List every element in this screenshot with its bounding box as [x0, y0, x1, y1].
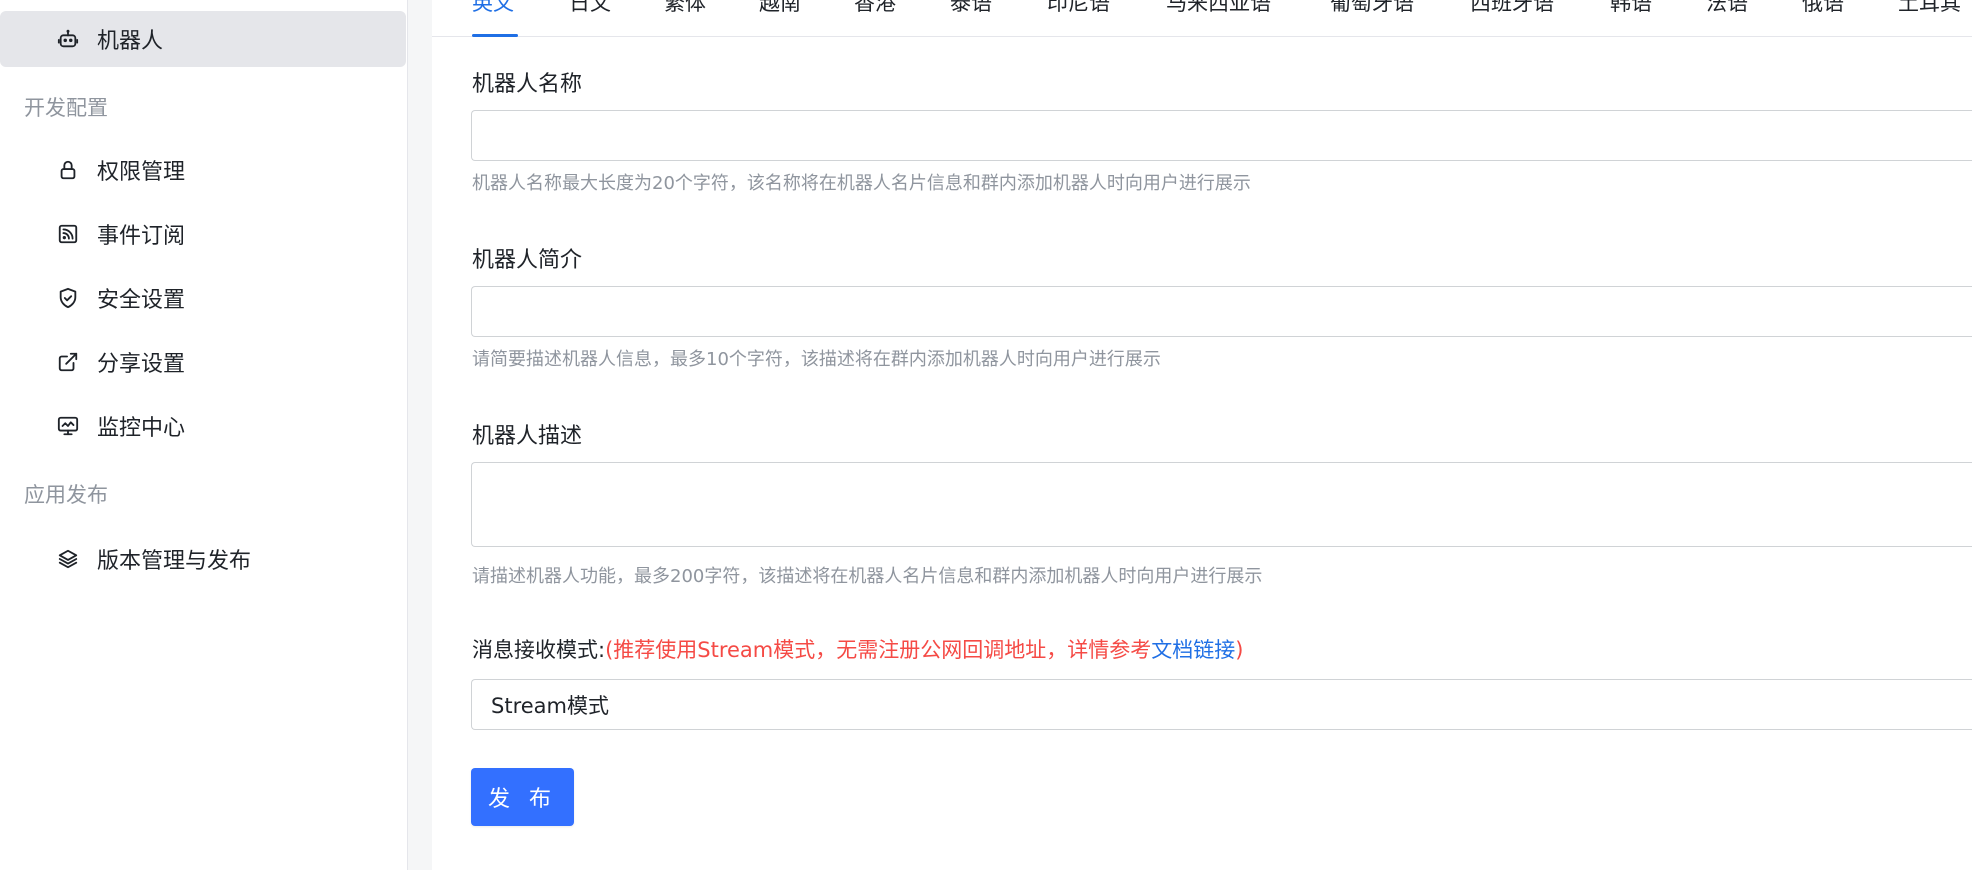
sidebar-item-robot[interactable]: 机器人 [0, 11, 406, 67]
tab-spanish[interactable]: 西班牙语 [1470, 0, 1554, 17]
tab-vietnamese[interactable]: 越南 [759, 0, 801, 17]
message-mode-note-end: ) [1235, 638, 1244, 662]
language-tabs: 英文 日文 繁体 越南 香港 泰语 印尼语 马来西亚语 葡萄牙语 西班牙语 韩语… [432, 0, 1972, 37]
tab-hongkong[interactable]: 香港 [854, 0, 896, 17]
sidebar-item-share[interactable]: 分享设置 [0, 334, 406, 390]
robot-description-label: 机器人描述 [472, 424, 583, 449]
rss-icon [56, 222, 80, 246]
robot-description-hint: 请描述机器人功能，最多200字符，该描述将在机器人名片信息和群内添加机器人时向用… [472, 566, 1263, 587]
sidebar-item-label: 分享设置 [97, 352, 186, 377]
sidebar-item-label: 事件订阅 [97, 224, 186, 249]
message-mode-label: 消息接收模式: [472, 638, 606, 662]
active-tab-indicator [472, 34, 518, 37]
tab-portuguese[interactable]: 葡萄牙语 [1330, 0, 1414, 17]
group-title-dev-config: 开发配置 [24, 96, 108, 120]
robot-intro-input[interactable] [471, 286, 1972, 337]
robot-intro-label: 机器人简介 [472, 248, 583, 273]
tab-french[interactable]: 法语 [1706, 0, 1748, 17]
sidebar-item-permissions[interactable]: 权限管理 [0, 142, 406, 198]
message-mode-selected-value: Stream模式 [491, 693, 609, 718]
tab-turkish[interactable]: 土耳其 [1898, 0, 1961, 17]
external-link-icon [56, 350, 80, 374]
sidebar-item-events[interactable]: 事件订阅 [0, 206, 406, 262]
robot-intro-hint: 请简要描述机器人信息，最多10个字符，该描述将在群内添加机器人时向用户进行展示 [472, 349, 1161, 370]
group-title-app-release: 应用发布 [24, 483, 108, 507]
sidebar-item-label: 版本管理与发布 [97, 549, 252, 574]
robot-description-textarea[interactable] [471, 462, 1972, 547]
tab-english[interactable]: 英文 [472, 0, 514, 17]
sidebar: 机器人 开发配置 权限管理 事件订阅 安全设置 分享设置 监控中心 应用发布 版… [0, 0, 407, 870]
sidebar-item-versions[interactable]: 版本管理与发布 [0, 531, 406, 587]
tab-russian[interactable]: 俄语 [1802, 0, 1844, 17]
sidebar-item-security[interactable]: 安全设置 [0, 270, 406, 326]
sidebar-item-label: 监控中心 [97, 416, 186, 441]
message-mode-note: (推荐使用Stream模式，无需注册公网回调地址，详情参考 [605, 638, 1152, 662]
monitor-icon [56, 414, 80, 438]
tab-malay[interactable]: 马来西亚语 [1166, 0, 1271, 17]
sidebar-item-monitor[interactable]: 监控中心 [0, 398, 406, 454]
tab-traditional[interactable]: 繁体 [664, 0, 706, 17]
content-gutter [408, 0, 432, 870]
message-mode-line: 消息接收模式:(推荐使用Stream模式，无需注册公网回调地址，详情参考文档链接… [472, 634, 1243, 664]
docs-link[interactable]: 文档链接 [1151, 638, 1235, 662]
publish-button[interactable]: 发 布 [471, 768, 574, 826]
tab-japanese[interactable]: 日文 [569, 0, 611, 17]
shield-check-icon [56, 286, 80, 310]
tab-korean[interactable]: 韩语 [1610, 0, 1652, 17]
robot-name-label: 机器人名称 [472, 72, 583, 97]
message-mode-select[interactable]: Stream模式 [471, 679, 1972, 730]
tab-thai[interactable]: 泰语 [950, 0, 992, 17]
tab-indonesian[interactable]: 印尼语 [1047, 0, 1110, 17]
lock-icon [56, 158, 80, 182]
layers-icon [56, 547, 80, 571]
main-content: 英文 日文 繁体 越南 香港 泰语 印尼语 马来西亚语 葡萄牙语 西班牙语 韩语… [432, 0, 1972, 870]
sidebar-item-label: 权限管理 [97, 160, 186, 185]
sidebar-item-label: 安全设置 [97, 288, 186, 313]
sidebar-item-label: 机器人 [97, 29, 164, 54]
robot-icon [56, 27, 80, 51]
robot-name-hint: 机器人名称最大长度为20个字符，该名称将在机器人名片信息和群内添加机器人时向用户… [472, 173, 1251, 194]
robot-name-input[interactable] [471, 110, 1972, 161]
